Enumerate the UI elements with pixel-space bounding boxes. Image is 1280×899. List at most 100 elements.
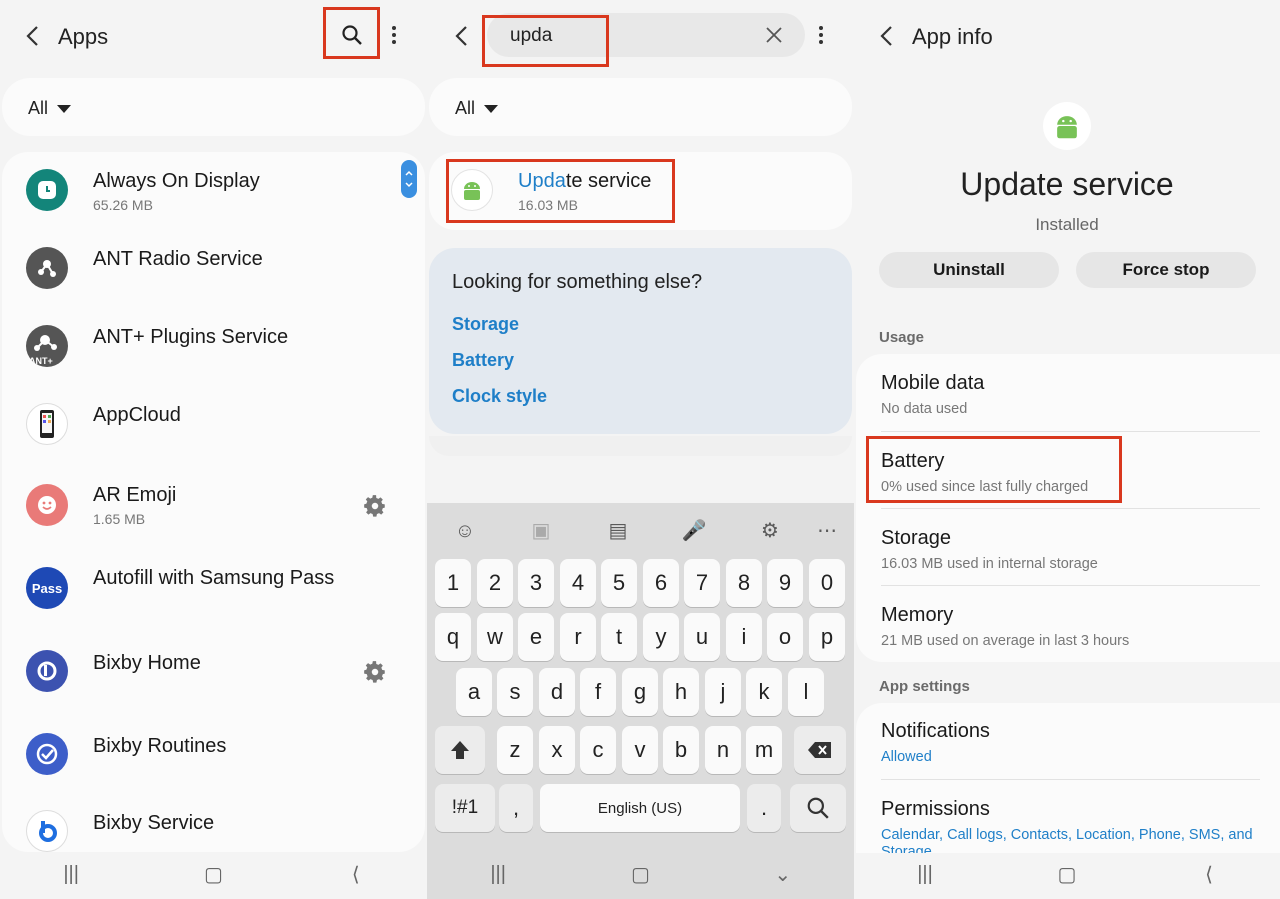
key-7[interactable]: 7 [684, 559, 720, 607]
key-x[interactable]: x [539, 726, 575, 774]
key-c[interactable]: c [580, 726, 616, 774]
list-item[interactable]: Always On Display 65.26 MB [2, 152, 425, 230]
settings-gear-icon[interactable] [362, 493, 388, 519]
key-5[interactable]: 5 [601, 559, 637, 607]
key-f[interactable]: f [580, 668, 616, 716]
emoji-icon[interactable]: ☺ [452, 518, 478, 544]
permissions-item[interactable]: Permissions Calendar, Call logs, Contact… [881, 798, 1260, 853]
key-0[interactable]: 0 [809, 559, 845, 607]
key-y[interactable]: y [643, 613, 679, 661]
list-item[interactable]: AppCloud [2, 386, 425, 464]
key-a[interactable]: a [456, 668, 492, 716]
more-options-button[interactable] [803, 17, 839, 53]
key-z[interactable]: z [497, 726, 533, 774]
list-item[interactable]: Pass Autofill with Samsung Pass [2, 547, 425, 625]
key-j[interactable]: j [705, 668, 741, 716]
key-8[interactable]: 8 [726, 559, 762, 607]
key-s[interactable]: s [497, 668, 533, 716]
key-e[interactable]: e [518, 613, 554, 661]
suggestion-link-battery[interactable]: Battery [452, 350, 514, 371]
app-size: 1.65 MB [93, 511, 146, 527]
microphone-icon[interactable]: 🎤 [681, 518, 707, 544]
sticker-icon[interactable]: ▣ [528, 518, 554, 544]
recents-icon[interactable]: ||| [905, 863, 945, 886]
comma-key[interactable]: , [499, 784, 533, 832]
key-r[interactable]: r [560, 613, 596, 661]
suggestion-link-storage[interactable]: Storage [452, 314, 519, 335]
key-q[interactable]: q [435, 613, 471, 661]
backspace-key[interactable] [794, 726, 846, 774]
key-t[interactable]: t [601, 613, 637, 661]
key-i[interactable]: i [726, 613, 762, 661]
hide-keyboard-icon[interactable]: ⌄ [763, 862, 803, 887]
clipboard-icon[interactable]: ▤ [605, 518, 631, 544]
app-list: Always On Display 65.26 MB ANT Radio Ser… [2, 152, 425, 852]
key-4[interactable]: 4 [560, 559, 596, 607]
key-k[interactable]: k [746, 668, 782, 716]
list-item[interactable]: AR Emoji 1.65 MB [2, 464, 425, 542]
key-h[interactable]: h [663, 668, 699, 716]
list-item[interactable]: ANT+ ANT+ Plugins Service [2, 308, 425, 386]
shift-key[interactable] [435, 726, 485, 774]
divider [881, 585, 1260, 586]
more-tools-icon[interactable]: ⋯ [814, 518, 840, 544]
key-u[interactable]: u [684, 613, 720, 661]
key-m[interactable]: m [746, 726, 782, 774]
filter-dropdown[interactable]: All [429, 78, 852, 136]
recents-icon[interactable]: ||| [478, 863, 518, 886]
page-title: Apps [58, 24, 109, 49]
list-item[interactable]: Bixby Routines [2, 713, 425, 791]
app-name: Bixby Service [93, 812, 215, 834]
force-stop-button[interactable]: Force stop [1076, 252, 1256, 288]
key-2[interactable]: 2 [477, 559, 513, 607]
app-name: AR Emoji [93, 484, 177, 506]
keyboard: ☺ ▣ ▤ 🎤 ⚙ ⋯ 1 2 3 4 5 6 7 8 9 0 q w e r … [427, 503, 854, 849]
key-o[interactable]: o [767, 613, 803, 661]
back-arrow-icon[interactable] [451, 24, 473, 48]
symbols-key[interactable]: !#1 [435, 784, 495, 832]
key-p[interactable]: p [809, 613, 845, 661]
uninstall-button[interactable]: Uninstall [879, 252, 1059, 288]
key-1[interactable]: 1 [435, 559, 471, 607]
list-item[interactable]: ANT Radio Service [2, 230, 425, 308]
search-icon [807, 797, 829, 819]
keyboard-search-key[interactable] [790, 784, 846, 832]
suggestion-heading: Looking for something else? [452, 271, 703, 293]
key-v[interactable]: v [622, 726, 658, 774]
home-icon[interactable]: ▢ [1047, 862, 1087, 887]
key-n[interactable]: n [705, 726, 741, 774]
back-arrow-icon[interactable] [876, 24, 898, 48]
clear-icon[interactable] [765, 26, 783, 44]
divider [881, 779, 1260, 780]
keyboard-settings-icon[interactable]: ⚙ [757, 518, 783, 544]
notifications-item[interactable]: Notifications Allowed [881, 720, 1260, 765]
more-options-button[interactable] [376, 17, 412, 53]
recents-icon[interactable]: ||| [51, 863, 91, 886]
item-title: Mobile data [881, 372, 985, 394]
list-item[interactable]: Bixby Home [2, 630, 425, 708]
fast-scroll-handle[interactable] [401, 160, 417, 198]
mobile-data-item[interactable]: Mobile data No data used [881, 372, 1260, 417]
back-nav-icon[interactable]: ⟨ [336, 862, 376, 887]
item-subtitle: No data used [881, 401, 968, 417]
home-icon[interactable]: ▢ [620, 862, 660, 887]
key-d[interactable]: d [539, 668, 575, 716]
key-w[interactable]: w [477, 613, 513, 661]
settings-gear-icon[interactable] [362, 659, 388, 685]
memory-item[interactable]: Memory 21 MB used on average in last 3 h… [881, 604, 1260, 649]
suggestion-link-clock-style[interactable]: Clock style [452, 386, 547, 407]
key-9[interactable]: 9 [767, 559, 803, 607]
item-subtitle: 21 MB used on average in last 3 hours [881, 633, 1130, 649]
back-arrow-icon[interactable] [22, 24, 44, 48]
key-6[interactable]: 6 [643, 559, 679, 607]
space-key[interactable]: English (US) [540, 784, 740, 832]
filter-dropdown[interactable]: All [2, 78, 425, 136]
home-icon[interactable]: ▢ [193, 862, 233, 887]
period-key[interactable]: . [747, 784, 781, 832]
key-b[interactable]: b [663, 726, 699, 774]
key-g[interactable]: g [622, 668, 658, 716]
storage-item[interactable]: Storage 16.03 MB used in internal storag… [881, 527, 1260, 572]
key-l[interactable]: l [788, 668, 824, 716]
key-3[interactable]: 3 [518, 559, 554, 607]
back-nav-icon[interactable]: ⟨ [1189, 862, 1229, 887]
